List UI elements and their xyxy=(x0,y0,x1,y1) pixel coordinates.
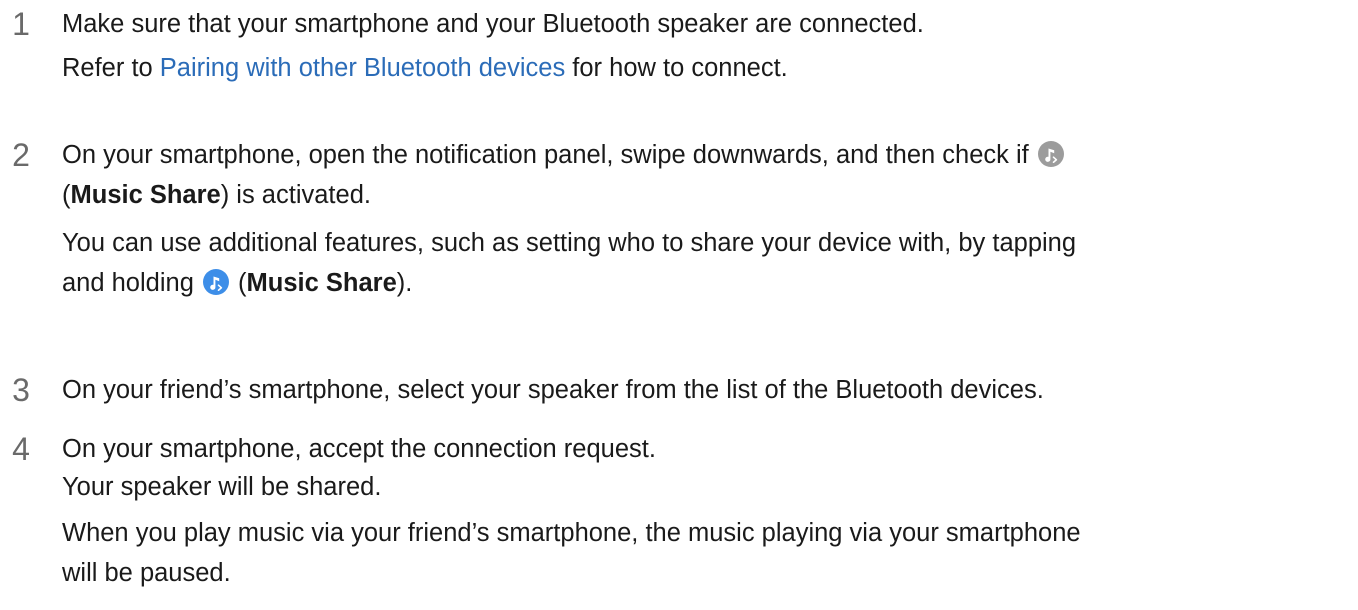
step-number: 2 xyxy=(12,137,30,173)
step-4-text: On your smartphone, accept the connectio… xyxy=(62,429,1350,593)
step-2-line-2-rest: ) is activated. xyxy=(220,181,371,209)
step-number: 1 xyxy=(12,6,30,42)
paren-open: ( xyxy=(230,269,247,297)
music-share-label: Music Share xyxy=(246,269,397,297)
step-3-main-text: On your friend’s smartphone, select your… xyxy=(62,376,1044,404)
sub-prefix: Refer to xyxy=(62,54,160,82)
step-4-line-4: will be paused. xyxy=(62,559,231,587)
music-share-label: Music Share xyxy=(70,181,221,209)
step-2-line-4-rest: ). xyxy=(396,269,413,297)
step-2-line-1: On your smartphone, open the notificatio… xyxy=(62,135,1350,175)
step-2-text: On your smartphone, open the notificatio… xyxy=(62,135,1350,303)
step-2-line-1-text: On your smartphone, open the notificatio… xyxy=(62,141,1029,169)
step-1-text: Make sure that your smartphone and your … xyxy=(62,4,1350,88)
step-4-line-2: Your speaker will be shared. xyxy=(62,473,382,501)
instruction-document: 1 Make sure that your smartphone and you… xyxy=(0,0,1358,610)
step-number: 4 xyxy=(12,431,30,467)
sub-suffix: for how to connect. xyxy=(565,54,788,82)
music-share-icon xyxy=(202,269,229,295)
music-share-icon xyxy=(1037,141,1064,167)
step-4-main-text: On your smartphone, accept the connectio… xyxy=(62,435,656,463)
step-2-line-4: and holding (Music Share). xyxy=(62,263,1350,303)
step-4-line-3: When you play music via your friend’s sm… xyxy=(62,519,1081,547)
line-4-prefix: and holding xyxy=(62,269,201,297)
step-2-line-2: (Music Share) is activated. xyxy=(62,175,1350,215)
paren-open: ( xyxy=(62,181,71,209)
step-3-text: On your friend’s smartphone, select your… xyxy=(62,370,1350,410)
step-1-main-text: Make sure that your smartphone and your … xyxy=(62,10,924,38)
step-1-sub-text: Refer to Pairing with other Bluetooth de… xyxy=(62,48,1350,88)
pairing-link[interactable]: Pairing with other Bluetooth devices xyxy=(160,54,565,82)
step-2-line-3: You can use additional features, such as… xyxy=(62,229,1077,257)
step-number: 3 xyxy=(12,372,30,408)
